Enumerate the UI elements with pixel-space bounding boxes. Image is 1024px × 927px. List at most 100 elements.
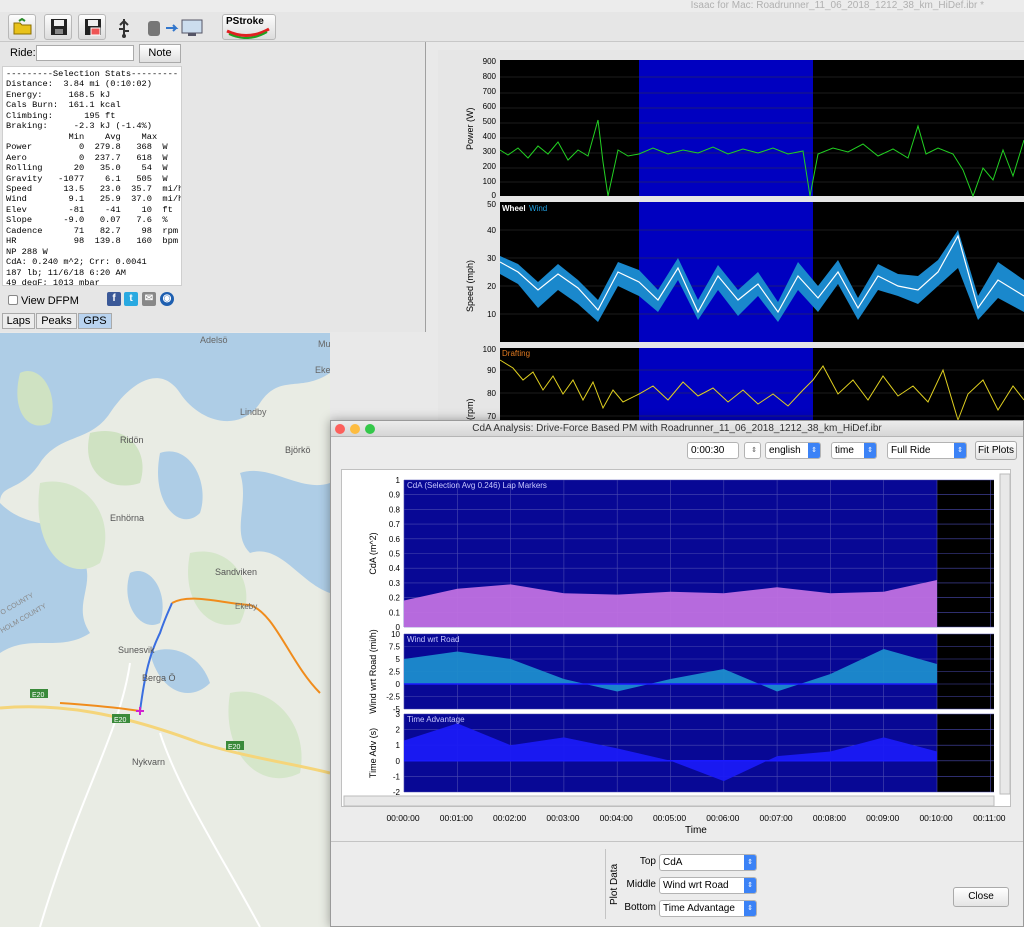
speed-tick: 20 bbox=[487, 282, 496, 291]
x-tick-label: 00:04:00 bbox=[599, 813, 633, 823]
x-tick-label: 00:10:00 bbox=[919, 813, 953, 823]
vertical-scrollbar bbox=[999, 473, 1011, 795]
ride-plots-canvas[interactable]: Wheel Wind Drafting bbox=[438, 50, 1024, 422]
time-stepper[interactable]: ⇕ bbox=[744, 442, 761, 459]
bottom-plot-value: Time Advantage bbox=[663, 903, 735, 914]
twitter-icon[interactable]: t bbox=[124, 292, 138, 306]
select-arrow-icon: ⇕ bbox=[744, 878, 756, 893]
stepper-icon[interactable]: ⇕ bbox=[748, 443, 760, 458]
cadence-tick: 90 bbox=[487, 366, 496, 375]
middle-plot-value: Wind wrt Road bbox=[663, 880, 729, 891]
time-window-input[interactable]: 0:00:30 bbox=[687, 442, 739, 459]
x-tick-label: 00:07:00 bbox=[759, 813, 793, 823]
power-tick: 500 bbox=[482, 117, 496, 126]
y-tick-label: 0.2 bbox=[389, 594, 401, 603]
x-tick-label: 00:08:00 bbox=[812, 813, 846, 823]
top-plot-select[interactable]: CdA ⇕ bbox=[659, 854, 757, 871]
plot-title: Time Advantage bbox=[407, 715, 465, 724]
fit-plots-button[interactable]: Fit Plots bbox=[975, 441, 1017, 460]
checkbox-icon[interactable] bbox=[8, 295, 18, 305]
speed-legend-wheel: Wheel bbox=[502, 204, 526, 213]
close-button[interactable]: Close bbox=[953, 887, 1009, 907]
middle-plot-label: Middle bbox=[626, 879, 656, 890]
y-tick-label: 0.9 bbox=[389, 491, 401, 500]
y-tick-label: 0.5 bbox=[389, 550, 401, 559]
tab-laps[interactable]: Laps bbox=[2, 313, 35, 329]
y-tick-label: 0.4 bbox=[389, 564, 401, 573]
middle-plot-select[interactable]: Wind wrt Road ⇕ bbox=[659, 877, 757, 894]
power-tick: 900 bbox=[482, 57, 496, 66]
power-tick: 200 bbox=[482, 162, 496, 171]
x-tick-label: 00:05:00 bbox=[652, 813, 687, 823]
x-tick-label: 00:09:00 bbox=[866, 813, 900, 823]
y-tick-label: 0.1 bbox=[389, 608, 401, 617]
device-to-computer-icon[interactable] bbox=[142, 14, 206, 40]
cda-analysis-dialog: CdA Analysis: Drive-Force Based PM with … bbox=[330, 420, 1024, 927]
horizontal-scrollbar bbox=[343, 795, 995, 807]
usb-icon[interactable] bbox=[110, 14, 138, 40]
selection-stats-panel: ---------Selection Stats--------- Distan… bbox=[2, 66, 182, 286]
zoom-window-icon[interactable] bbox=[365, 424, 375, 434]
y-tick-label: 1 bbox=[396, 476, 401, 485]
select-arrow-icon: ⇕ bbox=[954, 443, 966, 458]
tab-peaks[interactable]: Peaks bbox=[36, 313, 77, 329]
speed-tick: 10 bbox=[487, 310, 496, 319]
road-label-e20: E20 bbox=[228, 744, 241, 751]
xaxis-mode-value: time bbox=[835, 445, 854, 456]
units-select[interactable]: english ⇕ bbox=[765, 442, 821, 459]
xaxis-mode-select[interactable]: time ⇕ bbox=[831, 442, 877, 459]
y-tick-label: 10 bbox=[391, 630, 400, 639]
power-tick: 300 bbox=[482, 147, 496, 156]
view-dfpm-label: View DFPM bbox=[21, 295, 79, 307]
map-place-label: Sandviken bbox=[215, 567, 257, 577]
power-tick: 600 bbox=[482, 102, 496, 111]
close-window-icon[interactable] bbox=[335, 424, 345, 434]
select-arrow-icon: ⇕ bbox=[808, 443, 820, 458]
bottom-plot-select[interactable]: Time Advantage ⇕ bbox=[659, 900, 757, 917]
ride-label: Ride: bbox=[10, 47, 36, 59]
y-tick-label: 0.8 bbox=[389, 505, 401, 514]
y-tick-label: 0.3 bbox=[389, 579, 401, 588]
y-tick-label: 0 bbox=[396, 757, 401, 766]
save-as-icon[interactable] bbox=[78, 14, 106, 40]
y-axis-label: Time Adv (s) bbox=[368, 728, 378, 778]
cda-chart-canvas[interactable]: 1 0.9 0.8 0.7 0.6 0.5 0.4 0.3 0.2 0.1 0 CdA (Select… bbox=[342, 470, 1012, 808]
window-title: Isaac for Mac: Roadrunner_11_06_2018_121… bbox=[0, 0, 1024, 12]
top-plot-value: CdA bbox=[663, 857, 683, 868]
y-tick-label: -2.5 bbox=[386, 693, 400, 702]
facebook-icon[interactable]: f bbox=[107, 292, 121, 306]
speed-tick: 40 bbox=[487, 226, 496, 235]
y-axis-label: Wind wrt Road (mi/h) bbox=[368, 629, 378, 714]
speed-tick: 50 bbox=[487, 200, 496, 209]
main-toolbar: PStroke bbox=[0, 12, 1024, 42]
x-tick-label: 00:06:00 bbox=[706, 813, 740, 823]
divider bbox=[331, 841, 1023, 842]
minimize-window-icon[interactable] bbox=[350, 424, 360, 434]
map-place-label: Sunesvik bbox=[118, 645, 155, 655]
top-plot-label: Top bbox=[639, 856, 656, 867]
select-arrow-icon: ⇕ bbox=[744, 901, 756, 916]
open-folder-icon[interactable] bbox=[8, 14, 36, 40]
globe-icon[interactable]: ◉ bbox=[160, 292, 174, 306]
bottom-plot-label: Bottom bbox=[624, 902, 656, 913]
y-tick-label: 7.5 bbox=[389, 643, 401, 652]
pstroke-logo[interactable]: PStroke bbox=[222, 14, 276, 40]
map-place-label: Berga Ö bbox=[142, 673, 176, 683]
map-place-label: Ekeby bbox=[315, 365, 330, 375]
tab-gps[interactable]: GPS bbox=[78, 313, 112, 329]
y-tick-label: 1 bbox=[396, 741, 401, 750]
select-arrow-icon: ⇕ bbox=[744, 855, 756, 870]
road-label-e20: E20 bbox=[114, 717, 127, 724]
map-place-label: Nykvarn bbox=[132, 757, 165, 767]
view-dfpm-checkbox[interactable]: View DFPM bbox=[8, 295, 79, 307]
save-icon[interactable] bbox=[44, 14, 72, 40]
y-axis-label: CdA (m^2) bbox=[368, 532, 378, 574]
note-button[interactable]: Note bbox=[139, 44, 181, 63]
range-select[interactable]: Full Ride ⇕ bbox=[887, 442, 967, 459]
map-canvas: Adelsö Munsö Ekeby Lindby Ridön Björkö E… bbox=[0, 333, 330, 927]
email-icon[interactable]: ✉ bbox=[142, 292, 156, 306]
gps-map[interactable]: Adelsö Munsö Ekeby Lindby Ridön Björkö E… bbox=[0, 333, 330, 927]
x-tick-label: 00:11:00 bbox=[973, 813, 1006, 823]
y-tick-label: 2 bbox=[396, 726, 401, 735]
ride-input[interactable] bbox=[36, 45, 134, 61]
